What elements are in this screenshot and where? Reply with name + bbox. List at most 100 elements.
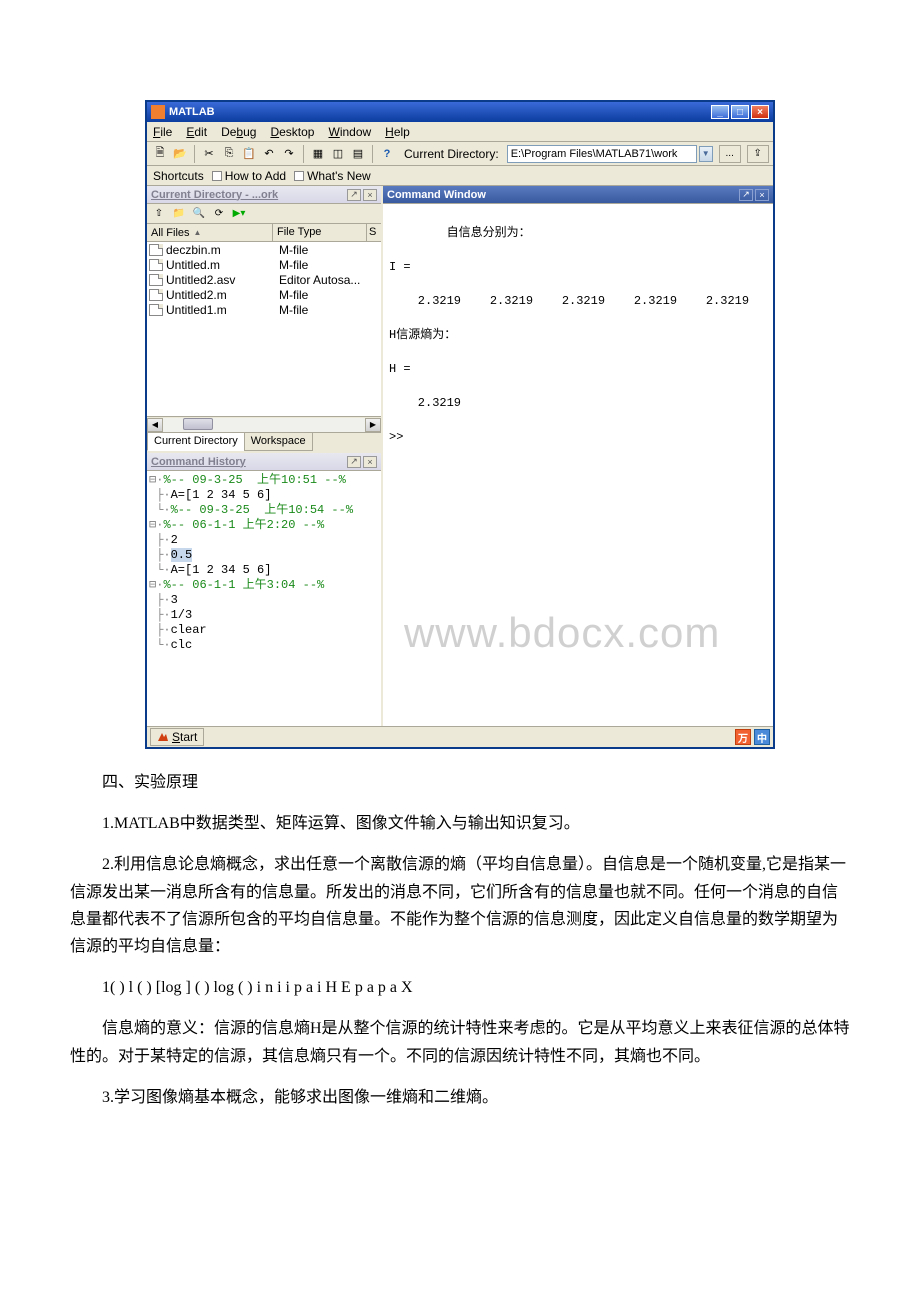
help-icon[interactable]: ? bbox=[378, 145, 396, 163]
undock-icon[interactable]: ↗ bbox=[347, 456, 361, 468]
new-folder-icon[interactable]: 📁 bbox=[170, 206, 188, 222]
file-name: deczbin.m bbox=[165, 243, 275, 257]
history-list[interactable]: ⊟·%-- 09-3-25 上午10:51 --% ├·A=[1 2 34 5 … bbox=[147, 471, 381, 726]
paste-icon[interactable]: 📋 bbox=[240, 145, 258, 163]
history-line[interactable]: ├·0.5 bbox=[149, 548, 379, 563]
doc-heading: 四、实验原理 bbox=[70, 769, 850, 796]
history-line[interactable]: ├·A=[1 2 34 5 6] bbox=[149, 488, 379, 503]
scroll-right-icon[interactable]: ▶ bbox=[365, 418, 381, 432]
new-file-icon[interactable]: 🗎 bbox=[151, 145, 169, 163]
watermark-text: www.bdocx.com bbox=[404, 624, 720, 641]
mfile-icon bbox=[149, 304, 163, 316]
curdir-input[interactable]: E:\Program Files\MATLAB71\work bbox=[507, 145, 697, 163]
file-row[interactable]: Untitled2.mM-file bbox=[147, 287, 381, 302]
simulink-icon[interactable]: ▦ bbox=[309, 145, 327, 163]
file-type: M-file bbox=[275, 243, 381, 257]
file-name: Untitled2.asv bbox=[165, 273, 275, 287]
history-line[interactable]: ⊟·%-- 06-1-1 上午2:20 --% bbox=[149, 518, 379, 533]
panel-close-icon[interactable]: × bbox=[363, 189, 377, 201]
folder-up-icon[interactable]: ⇧ bbox=[150, 206, 168, 222]
window-title: MATLAB bbox=[169, 106, 215, 118]
column-file-type[interactable]: File Type bbox=[273, 224, 367, 241]
doc-p4: 1( ) l ( ) [log ] ( ) log ( ) i n i i p … bbox=[70, 974, 850, 1001]
cmdwin-output: 自信息分别为： I = 2.3219 2.3219 2.3219 2.3219 … bbox=[389, 226, 749, 444]
tab-current-directory[interactable]: Current Directory bbox=[147, 433, 245, 451]
column-size[interactable]: S bbox=[367, 224, 381, 241]
shortcut-icon bbox=[212, 171, 222, 181]
menu-desktop[interactable]: Desktop bbox=[270, 125, 314, 139]
refresh-icon[interactable]: ⟳ bbox=[210, 206, 228, 222]
file-list[interactable]: deczbin.mM-fileUntitled.mM-fileUntitled2… bbox=[147, 242, 381, 416]
cmdwin-panel-header[interactable]: Command Window ↗ × bbox=[383, 186, 773, 204]
curdir-panel-header[interactable]: Current Directory - ...ork ↗ × bbox=[147, 186, 381, 204]
panel-close-icon[interactable]: × bbox=[363, 456, 377, 468]
doc-p5: 信息熵的意义：信源的信息熵H是从整个信源的统计特性来考虑的。它是从平均意义上来表… bbox=[70, 1015, 850, 1069]
menubar: File Edit Debug Desktop Window Help bbox=[147, 122, 773, 142]
profiler-icon[interactable]: ▤ bbox=[349, 145, 367, 163]
file-name: Untitled.m bbox=[165, 258, 275, 272]
panel-close-icon[interactable]: × bbox=[755, 189, 769, 201]
undock-icon[interactable]: ↗ bbox=[739, 189, 753, 201]
file-row[interactable]: Untitled1.mM-file bbox=[147, 302, 381, 317]
shortcut-how-to-add[interactable]: How to Add bbox=[212, 169, 286, 183]
file-name: Untitled2.m bbox=[165, 288, 275, 302]
doc-p2: 1.MATLAB中数据类型、矩阵运算、图像文件输入与输出知识复习。 bbox=[70, 810, 850, 837]
history-line[interactable]: ├·clear bbox=[149, 623, 379, 638]
history-line[interactable]: ├·1/3 bbox=[149, 608, 379, 623]
maximize-button[interactable]: □ bbox=[731, 105, 749, 119]
browse-button[interactable]: ... bbox=[719, 145, 741, 163]
copy-icon[interactable]: ⎘ bbox=[220, 145, 238, 163]
history-line[interactable]: ├·2 bbox=[149, 533, 379, 548]
history-line[interactable]: ⊟·%-- 06-1-1 上午3:04 --% bbox=[149, 578, 379, 593]
file-row[interactable]: Untitled2.asvEditor Autosa... bbox=[147, 272, 381, 287]
run-icon[interactable]: ▶▾ bbox=[230, 206, 248, 222]
menu-debug[interactable]: Debug bbox=[221, 125, 256, 139]
shortcuts-bar: Shortcuts How to Add What's New bbox=[147, 166, 773, 186]
ime-icon-2[interactable]: 中 bbox=[754, 729, 770, 745]
history-line[interactable]: └·A=[1 2 34 5 6] bbox=[149, 563, 379, 578]
history-panel-header[interactable]: Command History ↗ × bbox=[147, 453, 381, 471]
curdir-toolbar: ⇧ 📁 🔍 ⟳ ▶▾ bbox=[147, 204, 381, 224]
sort-asc-icon: ▲ bbox=[194, 228, 202, 237]
redo-icon[interactable]: ↷ bbox=[280, 145, 298, 163]
tab-workspace[interactable]: Workspace bbox=[244, 433, 313, 451]
menu-file[interactable]: File bbox=[153, 125, 172, 139]
history-line[interactable]: └·%-- 09-3-25 上午10:54 --% bbox=[149, 503, 379, 518]
history-line[interactable]: ⊟·%-- 09-3-25 上午10:51 --% bbox=[149, 473, 379, 488]
column-all-files[interactable]: All Files▲ bbox=[147, 224, 273, 241]
curdir-label: Current Directory: bbox=[404, 147, 499, 161]
file-row[interactable]: Untitled.mM-file bbox=[147, 257, 381, 272]
matlab-window: MATLAB _ □ × File Edit Debug Desktop Win… bbox=[145, 100, 775, 749]
file-row[interactable]: deczbin.mM-file bbox=[147, 242, 381, 257]
scroll-left-icon[interactable]: ◀ bbox=[147, 418, 163, 432]
scrollbar-horizontal[interactable]: ◀ ▶ bbox=[147, 416, 381, 432]
menu-window[interactable]: Window bbox=[328, 125, 371, 139]
history-line[interactable]: └·clc bbox=[149, 638, 379, 653]
start-button[interactable]: Start bbox=[150, 728, 204, 746]
scroll-thumb[interactable] bbox=[183, 418, 213, 430]
cut-icon[interactable]: ✂ bbox=[200, 145, 218, 163]
history-line[interactable]: ├·3 bbox=[149, 593, 379, 608]
command-window[interactable]: 自信息分别为： I = 2.3219 2.3219 2.3219 2.3219 … bbox=[383, 204, 773, 726]
ime-icon-1[interactable]: 万 bbox=[735, 729, 751, 745]
close-button[interactable]: × bbox=[751, 105, 769, 119]
mfile-icon bbox=[149, 289, 163, 301]
file-name: Untitled1.m bbox=[165, 303, 275, 317]
file-type: M-file bbox=[275, 288, 381, 302]
left-tabs: Current Directory Workspace bbox=[147, 432, 381, 451]
undo-icon[interactable]: ↶ bbox=[260, 145, 278, 163]
find-icon[interactable]: 🔍 bbox=[190, 206, 208, 222]
menu-help[interactable]: Help bbox=[385, 125, 410, 139]
curdir-dropdown-icon[interactable]: ▼ bbox=[699, 146, 713, 162]
menu-edit[interactable]: Edit bbox=[186, 125, 207, 139]
minimize-button[interactable]: _ bbox=[711, 105, 729, 119]
titlebar[interactable]: MATLAB _ □ × bbox=[147, 102, 773, 122]
shortcut-whats-new[interactable]: What's New bbox=[294, 169, 371, 183]
shortcut-icon bbox=[294, 171, 304, 181]
open-file-icon[interactable]: 📂 bbox=[171, 145, 189, 163]
undock-icon[interactable]: ↗ bbox=[347, 189, 361, 201]
app-icon bbox=[151, 105, 165, 119]
up-folder-icon[interactable]: ⇪ bbox=[747, 145, 769, 163]
mfile-icon bbox=[149, 244, 163, 256]
guide-icon[interactable]: ◫ bbox=[329, 145, 347, 163]
